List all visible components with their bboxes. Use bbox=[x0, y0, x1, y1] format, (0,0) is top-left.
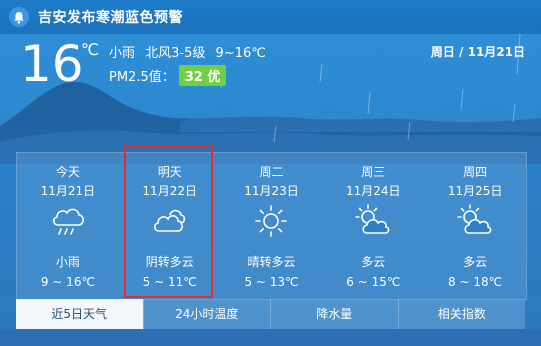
day-range: 5 ~ 13℃ bbox=[244, 275, 299, 289]
tab-5-day-weather[interactable]: 近5日天气 bbox=[16, 299, 143, 329]
day-condition: 多云 bbox=[361, 255, 386, 269]
forecast-day-thursday[interactable]: 周四 11月25日 多云 8 ~ 18℃ bbox=[424, 153, 526, 299]
forecast-tabs: 近5日天气 24小时温度 降水量 相关指数 bbox=[16, 299, 525, 329]
day-condition: 晴转多云 bbox=[247, 255, 296, 269]
tab-related-indices[interactable]: 相关指数 bbox=[397, 299, 525, 329]
day-condition: 阴转多云 bbox=[145, 255, 194, 269]
alert-bar[interactable]: 吉安发布寒潮蓝色预警 bbox=[0, 0, 541, 34]
day-range: 8 ~ 18℃ bbox=[448, 275, 503, 289]
day-name: 周二 bbox=[259, 165, 284, 179]
day-name: 周三 bbox=[361, 165, 386, 179]
day-date: 11月24日 bbox=[346, 184, 401, 198]
current-date: 周日 / 11月21日 bbox=[430, 45, 525, 59]
pm25-line: PM2.5值： 32 优 bbox=[109, 65, 227, 86]
bottom-band bbox=[0, 329, 541, 346]
forecast-day-wednesday[interactable]: 周三 11月24日 多云 6 ~ 15℃ bbox=[322, 153, 424, 299]
forecast-day-tuesday[interactable]: 周二 11月23日 晴转多云 5 ~ 13℃ bbox=[221, 153, 323, 299]
day-range: 5 ~ 11℃ bbox=[142, 275, 197, 289]
sun-icon bbox=[255, 205, 288, 237]
day-name: 今天 bbox=[55, 165, 80, 179]
pm25-badge: 32 优 bbox=[178, 65, 227, 86]
forecast-day-today[interactable]: 今天 11月21日 小雨 9 ~ 16℃ bbox=[17, 153, 119, 299]
current-wind: 北风3-5级 bbox=[145, 46, 206, 61]
bell-icon bbox=[9, 7, 29, 27]
pm25-label: PM2.5值： bbox=[109, 70, 175, 85]
partly-cloudy-icon bbox=[457, 204, 492, 234]
forecast-panel: 今天 11月21日 小雨 9 ~ 16℃ 明天 11月22日 阴转多云 5 ~ … bbox=[16, 152, 527, 300]
current-condition: 小雨 bbox=[109, 46, 136, 61]
partly-cloudy-icon bbox=[355, 204, 390, 234]
current-temperature: 16 bbox=[20, 35, 84, 93]
tab-24h-temperature[interactable]: 24小时温度 bbox=[142, 299, 270, 329]
day-range: 6 ~ 15℃ bbox=[346, 275, 401, 289]
cloudy-icon bbox=[153, 209, 185, 232]
day-range: 9 ~ 16℃ bbox=[40, 275, 95, 289]
day-name: 明天 bbox=[157, 165, 182, 179]
temperature-unit: ℃ bbox=[81, 40, 99, 59]
day-date: 11月25日 bbox=[447, 184, 503, 198]
tab-precipitation[interactable]: 降水量 bbox=[270, 299, 398, 329]
current-conditions: 小雨 北风3-5级 9~16℃ bbox=[109, 42, 272, 61]
day-name: 周四 bbox=[463, 165, 488, 179]
current-range: 9~16℃ bbox=[215, 46, 266, 61]
day-date: 11月22日 bbox=[142, 184, 197, 198]
day-date: 11月23日 bbox=[244, 184, 299, 198]
forecast-day-tomorrow[interactable]: 明天 11月22日 阴转多云 5 ~ 11℃ bbox=[119, 153, 221, 299]
rain-cloud-icon bbox=[52, 208, 84, 235]
alert-title[interactable]: 吉安发布寒潮蓝色预警 bbox=[38, 7, 183, 27]
day-date: 11月21日 bbox=[40, 184, 96, 198]
day-condition: 多云 bbox=[463, 255, 488, 269]
day-condition: 小雨 bbox=[55, 255, 80, 269]
